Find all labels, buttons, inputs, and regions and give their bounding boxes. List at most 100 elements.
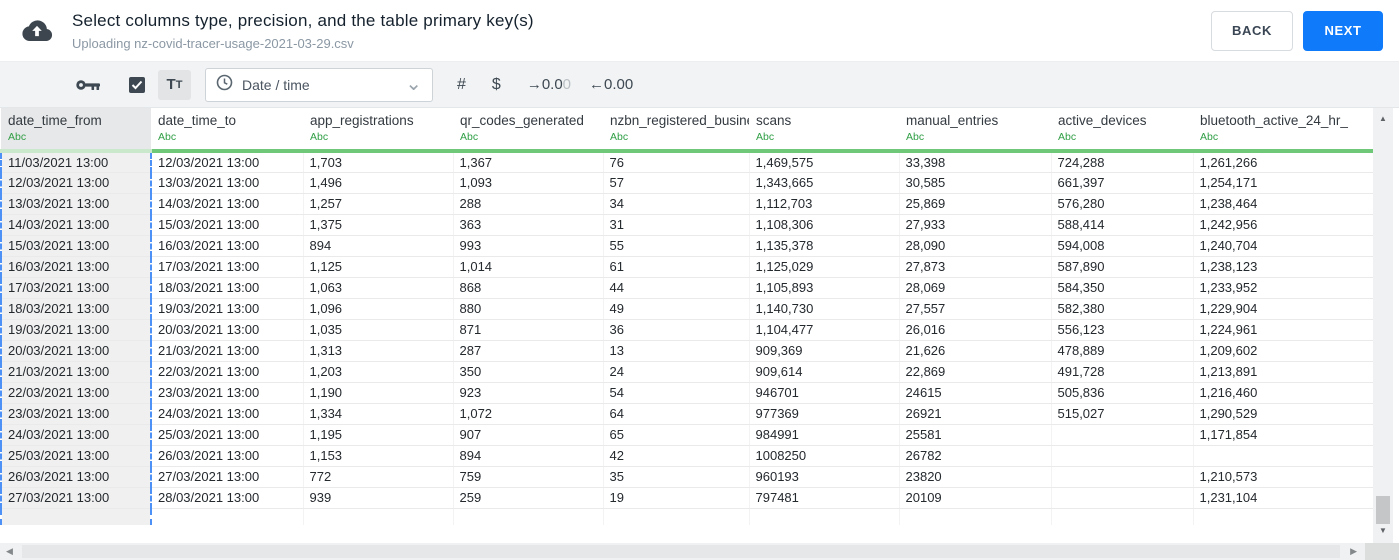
table-cell[interactable]: 478,889: [1051, 340, 1194, 362]
scroll-right-icon[interactable]: ▶: [1350, 546, 1357, 557]
table-cell[interactable]: 1,105,893: [749, 277, 900, 299]
table-cell[interactable]: 576,280: [1051, 193, 1194, 215]
table-cell[interactable]: 1,195: [303, 424, 454, 446]
table-cell[interactable]: 27,557: [899, 298, 1052, 320]
column-header-active_devices[interactable]: active_devices Abc: [1051, 108, 1193, 153]
table-cell[interactable]: 1,229,904: [1193, 298, 1375, 320]
table-cell[interactable]: 491,728: [1051, 361, 1194, 383]
horizontal-scrollbar[interactable]: ◀ ▶: [0, 543, 1365, 560]
include-column-checkbox[interactable]: [129, 76, 145, 93]
table-cell[interactable]: 1,112,703: [749, 193, 900, 215]
table-cell[interactable]: 17/03/2021 13:00: [0, 277, 152, 299]
table-cell[interactable]: 1,375: [303, 214, 454, 236]
table-cell[interactable]: 13/03/2021 13:00: [0, 193, 152, 215]
table-cell[interactable]: 1,231,104: [1193, 487, 1375, 509]
column-header-qr_codes_generated[interactable]: qr_codes_generated Abc: [453, 108, 603, 153]
table-cell[interactable]: 1,210,573: [1193, 466, 1375, 488]
table-cell[interactable]: 14/03/2021 13:00: [0, 214, 152, 236]
table-cell[interactable]: 20/03/2021 13:00: [151, 319, 304, 341]
table-cell[interactable]: 772: [303, 466, 454, 488]
table-cell[interactable]: 1,096: [303, 298, 454, 320]
column-header-app_registrations[interactable]: app_registrations Abc: [303, 108, 453, 153]
column-type-dropdown[interactable]: Date / time ⌄: [205, 67, 433, 102]
table-cell[interactable]: [151, 508, 304, 525]
table-cell[interactable]: 582,380: [1051, 298, 1194, 320]
table-cell[interactable]: 1,224,961: [1193, 319, 1375, 341]
table-cell[interactable]: 350: [453, 361, 604, 383]
table-cell[interactable]: 1,190: [303, 382, 454, 404]
table-cell[interactable]: 1,238,123: [1193, 256, 1375, 278]
table-cell[interactable]: 15/03/2021 13:00: [0, 235, 152, 257]
table-cell[interactable]: 22/03/2021 13:00: [151, 361, 304, 383]
table-cell[interactable]: 1,496: [303, 172, 454, 194]
scroll-up-icon[interactable]: ▲: [1373, 114, 1393, 123]
table-cell[interactable]: 25581: [899, 424, 1052, 446]
table-cell[interactable]: 11/03/2021 13:00: [0, 151, 152, 173]
table-cell[interactable]: 20/03/2021 13:00: [0, 340, 152, 362]
table-cell[interactable]: 1,703: [303, 151, 454, 173]
table-cell[interactable]: 1,209,602: [1193, 340, 1375, 362]
table-cell[interactable]: 21/03/2021 13:00: [0, 361, 152, 383]
table-cell[interactable]: 76: [603, 151, 750, 173]
table-cell[interactable]: 1,125: [303, 256, 454, 278]
table-cell[interactable]: 61: [603, 256, 750, 278]
scroll-down-icon[interactable]: ▼: [1373, 526, 1393, 535]
table-cell[interactable]: 28/03/2021 13:00: [151, 487, 304, 509]
table-cell[interactable]: 44: [603, 277, 750, 299]
table-cell[interactable]: 661,397: [1051, 172, 1194, 194]
back-button[interactable]: BACK: [1211, 10, 1293, 51]
table-cell[interactable]: 594,008: [1051, 235, 1194, 257]
table-cell[interactable]: 1,343,665: [749, 172, 900, 194]
table-cell[interactable]: 1,108,306: [749, 214, 900, 236]
table-cell[interactable]: 16/03/2021 13:00: [0, 256, 152, 278]
table-cell[interactable]: 923: [453, 382, 604, 404]
table-cell[interactable]: 23/03/2021 13:00: [0, 403, 152, 425]
table-cell[interactable]: 18/03/2021 13:00: [151, 277, 304, 299]
table-cell[interactable]: 35: [603, 466, 750, 488]
table-cell[interactable]: [749, 508, 900, 525]
table-cell[interactable]: [0, 508, 152, 525]
table-cell[interactable]: 1,135,378: [749, 235, 900, 257]
table-cell[interactable]: 64: [603, 403, 750, 425]
table-cell[interactable]: 1,254,171: [1193, 172, 1375, 194]
table-cell[interactable]: 1,334: [303, 403, 454, 425]
table-cell[interactable]: 24615: [899, 382, 1052, 404]
table-cell[interactable]: 49: [603, 298, 750, 320]
table-cell[interactable]: 1,257: [303, 193, 454, 215]
table-cell[interactable]: [1051, 424, 1194, 446]
table-cell[interactable]: 1,014: [453, 256, 604, 278]
table-cell[interactable]: 588,414: [1051, 214, 1194, 236]
table-cell[interactable]: 977369: [749, 403, 900, 425]
table-cell[interactable]: [1193, 508, 1375, 525]
table-cell[interactable]: 27,933: [899, 214, 1052, 236]
table-cell[interactable]: 960193: [749, 466, 900, 488]
text-type-button[interactable]: TT: [158, 69, 191, 100]
table-cell[interactable]: 22,869: [899, 361, 1052, 383]
table-cell[interactable]: 54: [603, 382, 750, 404]
table-cell[interactable]: 907: [453, 424, 604, 446]
next-button[interactable]: NEXT: [1303, 10, 1383, 51]
table-cell[interactable]: 36: [603, 319, 750, 341]
table-cell[interactable]: 14/03/2021 13:00: [151, 193, 304, 215]
table-cell[interactable]: 30,585: [899, 172, 1052, 194]
table-cell[interactable]: [1051, 487, 1194, 509]
column-header-bluetooth_active_24_hr_[interactable]: bluetooth_active_24_hr_ Abc: [1193, 108, 1374, 153]
table-cell[interactable]: 946701: [749, 382, 900, 404]
table-cell[interactable]: 1,216,460: [1193, 382, 1375, 404]
table-cell[interactable]: 26,016: [899, 319, 1052, 341]
table-cell[interactable]: 584,350: [1051, 277, 1194, 299]
table-cell[interactable]: [1051, 508, 1194, 525]
table-cell[interactable]: 1,153: [303, 445, 454, 467]
primary-key-icon[interactable]: [76, 78, 101, 92]
table-cell[interactable]: 26921: [899, 403, 1052, 425]
table-cell[interactable]: 12/03/2021 13:00: [151, 151, 304, 173]
table-cell[interactable]: 21/03/2021 13:00: [151, 340, 304, 362]
table-cell[interactable]: 17/03/2021 13:00: [151, 256, 304, 278]
table-cell[interactable]: 65: [603, 424, 750, 446]
table-cell[interactable]: 797481: [749, 487, 900, 509]
table-cell[interactable]: 20109: [899, 487, 1052, 509]
number-type-button[interactable]: #: [457, 76, 466, 94]
table-cell[interactable]: [1051, 445, 1194, 467]
table-cell[interactable]: 1,063: [303, 277, 454, 299]
column-header-scans[interactable]: scans Abc: [749, 108, 899, 153]
